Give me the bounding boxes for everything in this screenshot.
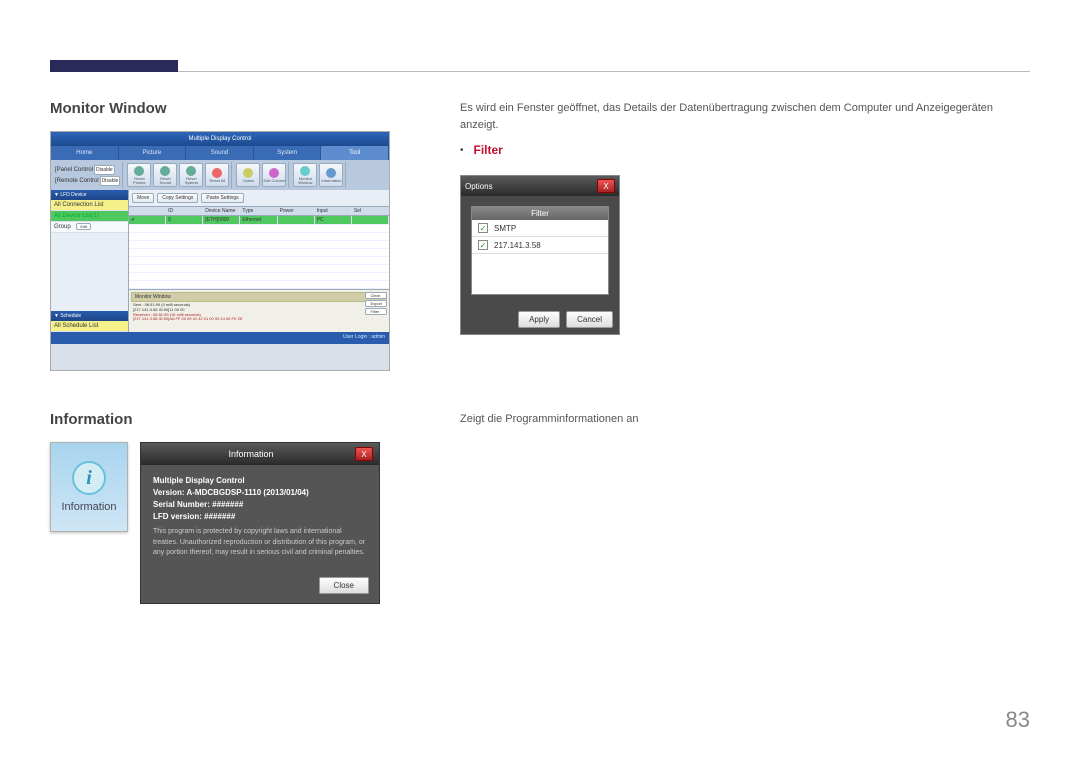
- filter-dialog: Options X Filter ✓ SMTP ✓ 217.141.3.58: [460, 175, 620, 335]
- information-description: Zeigt die Programminformationen an: [460, 411, 1030, 428]
- page-header: [50, 60, 1030, 72]
- filter-row-ip[interactable]: ✓ 217.141.3.58: [472, 237, 608, 254]
- apply-button[interactable]: Apply: [518, 311, 560, 328]
- checkbox-icon[interactable]: ✓: [478, 240, 488, 250]
- header-rule: [178, 71, 1030, 72]
- remote-control-select[interactable]: Disable: [100, 176, 121, 186]
- info-version: Version: A-MDCBGDSP-1110 (2013/01/04): [153, 487, 367, 499]
- filter-button[interactable]: Filter: [365, 308, 387, 315]
- filter-row-smtp[interactable]: ✓ SMTP: [472, 220, 608, 237]
- sidebar-item-all-device[interactable]: All Device List(1): [51, 211, 128, 222]
- tab-sound[interactable]: Sound: [186, 146, 254, 160]
- sidebar-item-all-connection[interactable]: All Connection List: [51, 200, 128, 211]
- info-serial: Serial Number: #######: [153, 499, 367, 511]
- close-icon[interactable]: X: [597, 179, 615, 193]
- section-title-information: Information: [50, 411, 390, 428]
- information-button[interactable]: Information: [319, 163, 343, 187]
- reset-system-button[interactable]: Reset System: [179, 163, 203, 187]
- option-button[interactable]: Option: [236, 163, 260, 187]
- tab-tool[interactable]: Tool: [321, 146, 389, 160]
- information-dialog: Information X Multiple Display Control V…: [140, 442, 380, 604]
- tab-home[interactable]: Home: [51, 146, 119, 160]
- export-button[interactable]: Export: [365, 300, 387, 307]
- action-row: Move Copy Settings Paste Settings: [129, 190, 389, 207]
- info-app-name: Multiple Display Control: [153, 475, 367, 487]
- sidebar-header-schedule[interactable]: ▼ Schedule: [51, 311, 128, 321]
- monitor-description: Es wird ein Fenster geöffnet, das Detail…: [460, 100, 1030, 133]
- clear-button[interactable]: Clear: [365, 292, 387, 299]
- filter-dialog-titlebar: Options X: [461, 176, 619, 196]
- filter-dialog-title: Options: [465, 182, 493, 191]
- reset-sound-button[interactable]: Reset Sound: [153, 163, 177, 187]
- grid-row[interactable]: ✔ 0 [ETH]0000 Ethernet PC: [129, 216, 389, 225]
- header-accent: [50, 60, 178, 72]
- filter-row-label: SMTP: [494, 224, 516, 233]
- section-title-monitor: Monitor Window: [50, 100, 390, 117]
- close-button[interactable]: Close: [319, 577, 369, 594]
- paste-settings-button[interactable]: Paste Settings: [201, 193, 243, 203]
- sidebar-item-all-schedule[interactable]: All Schedule List: [51, 321, 128, 332]
- sidebar: ▼ LFD Device All Connection List All Dev…: [51, 190, 129, 332]
- close-icon[interactable]: X: [355, 447, 373, 461]
- cancel-button[interactable]: Cancel: [566, 311, 613, 328]
- app-titlebar: Multiple Display Control: [51, 132, 389, 146]
- monitor-window-button[interactable]: Monitor Window: [293, 163, 317, 187]
- bullet-icon: •: [460, 145, 464, 156]
- info-dialog-title: Information: [147, 449, 355, 459]
- filter-row-label: 217.141.3.58: [494, 241, 541, 250]
- monitor-recv-data: [217.141.3.58 ID:00]AA FF 00 09 41 42 01…: [133, 317, 385, 322]
- sidebar-item-group[interactable]: Group Edit: [51, 222, 128, 233]
- info-icon-label: Information: [61, 501, 116, 513]
- info-copyright: This program is protected by copyright l…: [153, 527, 367, 559]
- information-icon-box[interactable]: i Information: [50, 442, 128, 532]
- page-number: 83: [1006, 707, 1030, 733]
- reset-picture-button[interactable]: Reset Picture: [127, 163, 151, 187]
- device-grid: ID Device Name Type Power Input Sel ✔ 0 …: [129, 207, 389, 289]
- monitor-app-window: Multiple Display Control Home Picture So…: [50, 131, 390, 371]
- filter-heading: Filter: [474, 143, 503, 157]
- app-tabs: Home Picture Sound System Tool: [51, 146, 389, 160]
- edit-button[interactable]: Edit: [76, 223, 91, 230]
- info-icon: i: [72, 461, 106, 495]
- reset-all-button[interactable]: Reset All: [205, 163, 229, 187]
- filter-column-header: Filter: [472, 207, 608, 220]
- info-lfd-version: LFD version: #######: [153, 511, 367, 523]
- panel-control-label: [Panel Control: [55, 167, 93, 173]
- checkbox-icon[interactable]: ✓: [478, 223, 488, 233]
- move-button[interactable]: Move: [132, 193, 154, 203]
- sidebar-header-lfd[interactable]: ▼ LFD Device: [51, 190, 128, 200]
- monitor-panel-title: Monitor Window: [131, 292, 387, 302]
- grid-header: ID Device Name Type Power Input Sel: [129, 207, 389, 216]
- status-bar: User Login : admin: [51, 332, 389, 344]
- remote-control-label: [Remote Control: [55, 178, 99, 184]
- app-toolbar: [Panel Control Disable [Remote Control D…: [51, 160, 389, 190]
- edit-column-button[interactable]: Edit Column: [262, 163, 286, 187]
- copy-settings-button[interactable]: Copy Settings: [157, 193, 198, 203]
- panel-control-select[interactable]: Disable: [94, 165, 115, 175]
- tab-system[interactable]: System: [254, 146, 322, 160]
- monitor-panel: Monitor Window Sent : 08:51:99 (0 milli …: [129, 289, 389, 332]
- tab-picture[interactable]: Picture: [119, 146, 187, 160]
